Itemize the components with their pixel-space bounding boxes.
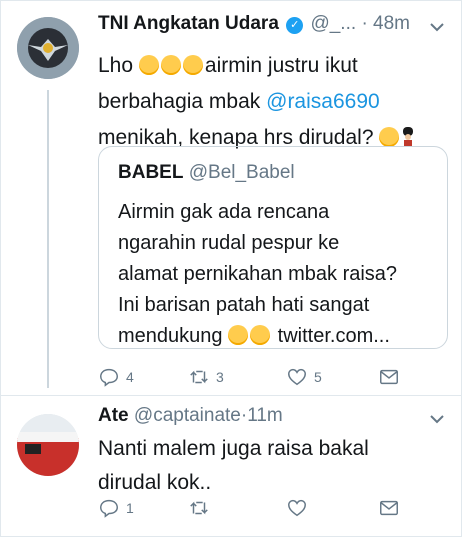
dm-button[interactable] bbox=[378, 365, 400, 389]
tweet-text-line: berbahagia mbak bbox=[98, 90, 267, 113]
retweet-count: 3 bbox=[216, 369, 224, 385]
like-button[interactable]: 5 bbox=[286, 365, 322, 389]
flushed-emoji bbox=[160, 55, 181, 75]
laugh-cry-emoji bbox=[379, 127, 400, 147]
dm-icon bbox=[380, 500, 398, 516]
author-handle[interactable]: @_... bbox=[310, 13, 356, 34]
flushed-emoji bbox=[138, 55, 159, 75]
chevron-down-icon[interactable] bbox=[428, 410, 446, 428]
tweet-text-line: Lho bbox=[98, 54, 134, 77]
quoted-text-line: Ini barisan patah hati sangat bbox=[118, 294, 370, 316]
quoted-text-line: ngarahin rudal pespur ke bbox=[118, 232, 340, 254]
chevron-down-icon[interactable] bbox=[428, 18, 446, 36]
author-handle[interactable]: @captainate bbox=[134, 405, 241, 426]
avatar[interactable] bbox=[17, 414, 79, 476]
quoted-text-line: mendukung bbox=[118, 325, 223, 347]
quoted-link-text: twitter.com... bbox=[277, 325, 390, 347]
retweet-button[interactable] bbox=[188, 496, 216, 520]
sob-emoji bbox=[228, 325, 249, 345]
separator-dot: · bbox=[361, 13, 368, 34]
author-name[interactable]: TNI Angkatan Udara bbox=[98, 13, 279, 34]
verified-icon: ✓ bbox=[286, 17, 304, 34]
avatar[interactable] bbox=[17, 17, 79, 79]
tweet-text: Lho airmin justru ikut berbahagia mbak @… bbox=[98, 48, 448, 156]
mention-link[interactable]: @raisa6690 bbox=[266, 90, 380, 113]
flushed-emoji bbox=[182, 55, 203, 75]
tweet-time[interactable]: 11m bbox=[247, 405, 283, 426]
guard-emoji bbox=[403, 127, 414, 147]
quoted-text-line: Airmin gak ada rencana bbox=[118, 201, 330, 223]
quoted-tweet-text: Airmin gak ada rencana ngarahin rudal pe… bbox=[118, 197, 438, 352]
dm-button[interactable] bbox=[378, 496, 400, 520]
like-button[interactable] bbox=[286, 496, 314, 520]
retweet-icon bbox=[190, 370, 208, 384]
reply-button[interactable]: 1 bbox=[98, 496, 134, 520]
tweet-divider bbox=[0, 395, 462, 396]
tweet-text: Nanti malem juga raisa bakal dirudal kok… bbox=[98, 432, 448, 500]
tweet-text-line: Nanti malem juga raisa bakal bbox=[98, 437, 369, 460]
quoted-author-name: BABEL bbox=[118, 162, 184, 183]
like-icon bbox=[288, 368, 306, 386]
retweet-icon bbox=[190, 501, 208, 515]
quoted-tweet-header: BABEL @Bel_Babel bbox=[118, 162, 295, 184]
tweet-header: TNI Angkatan Udara ✓ @_... · 48m bbox=[98, 13, 410, 35]
dm-icon bbox=[380, 369, 398, 385]
like-icon bbox=[288, 499, 306, 517]
sob-emoji bbox=[250, 325, 271, 345]
tweet-time[interactable]: 48m bbox=[373, 13, 410, 34]
retweet-button[interactable]: 3 bbox=[188, 365, 224, 389]
tweet-text-line: airmin justru ikut bbox=[204, 54, 358, 77]
thread-connector bbox=[47, 90, 49, 388]
tweet-actions: 1 bbox=[98, 496, 438, 520]
reply-count: 4 bbox=[126, 369, 134, 385]
quoted-tweet[interactable]: BABEL @Bel_Babel Airmin gak ada rencana … bbox=[98, 146, 448, 349]
tweet-actions: 4 3 5 bbox=[98, 365, 438, 389]
quoted-text-line: alamat pernikahan mbak raisa? bbox=[118, 263, 398, 285]
tweet-header: Ate @captainate·11m bbox=[98, 405, 283, 427]
reply-count: 1 bbox=[126, 500, 134, 516]
quoted-author-handle: @Bel_Babel bbox=[188, 162, 295, 183]
reply-button[interactable]: 4 bbox=[98, 365, 134, 389]
reply-icon bbox=[100, 368, 118, 387]
like-count: 5 bbox=[314, 369, 322, 385]
tweet-text-line: dirudal kok.. bbox=[98, 471, 212, 494]
author-name[interactable]: Ate bbox=[98, 405, 129, 426]
reply-icon bbox=[100, 499, 118, 518]
